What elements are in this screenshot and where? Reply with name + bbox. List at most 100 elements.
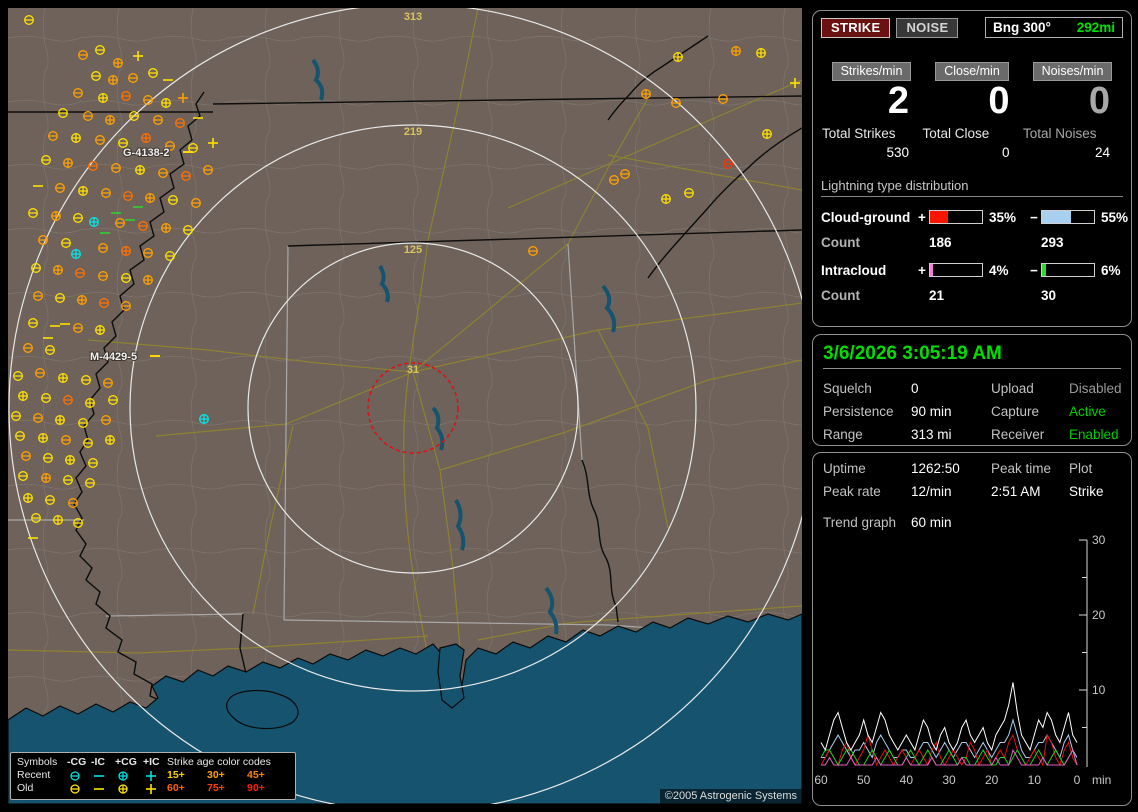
noises-counter: Noises/min 0 Total Noises 24 [1023,62,1122,160]
age-code: 30+ [207,769,225,781]
receiver-value: Enabled [1069,427,1119,442]
strike-symbol [65,455,75,465]
plot-label: Plot [1069,461,1093,476]
strike-symbol [53,265,63,275]
strike-symbol [51,211,61,221]
strike-symbol [161,98,171,108]
legend-pos-ic-header: +IC [143,756,160,768]
squelch-label: Squelch [823,381,872,396]
circle-minus-icon [67,783,91,795]
age-code: 45+ [247,769,265,781]
strike-symbol [55,415,65,425]
squelch-value: 0 [911,381,919,396]
strike-symbol [89,217,99,227]
legend-neg-ic-header: -IC [91,756,105,768]
strikes-per-min-value: 2 [887,80,909,122]
trend-graph-label: Trend graph [823,515,897,530]
strike-symbol [23,493,33,503]
receiver-label: Receiver [991,427,1045,442]
circle-minus-icon [67,770,91,782]
upload-value: Disabled [1069,381,1122,396]
age-code: 90+ [247,782,265,794]
plus-sign: + [918,262,926,278]
intracloud-label: Intracloud [821,262,887,278]
svg-text:125: 125 [404,244,422,256]
strike-symbol [105,115,115,125]
age-code: 75+ [207,782,225,794]
uptime-value: 1262:50 [911,461,960,476]
plus-sign: + [918,209,926,225]
strike-symbol [141,133,151,143]
strike-symbol [121,246,131,256]
cg-neg-count: 293 [1041,234,1064,250]
ic-pos-pct: 4% [989,262,1009,278]
strikes-counter: Strikes/min 2 Total Strikes 530 [822,62,921,160]
close-counter: Close/min 0 Total Close 0 [923,62,1022,160]
svg-text:min: min [1092,773,1111,787]
svg-text:10: 10 [1028,773,1042,787]
capture-label: Capture [991,404,1040,419]
upload-label: Upload [991,381,1034,396]
strike-symbol [71,133,81,143]
uptime-grid: Uptime 1262:50 Peak time Plot Peak rate … [823,461,1121,499]
minus-sign: − [1030,209,1038,225]
strike-symbol [38,433,48,443]
cg-pos-count: 186 [929,234,952,250]
noises-per-min-value: 0 [1088,80,1110,122]
peak-rate-value: 12/min [911,484,952,499]
minus-icon [91,770,115,782]
svg-text:313: 313 [404,11,422,23]
strike-symbol [661,194,671,204]
strike-mode-button[interactable]: STRIKE [821,17,891,38]
strike-symbol [58,373,68,383]
peak-rate-label: Peak rate [823,484,881,499]
nexstorm-window: 313 219 125 31 G-4138-2 M-4429-5 Symbols -CG… [0,0,1138,812]
legend-pos-cg-header: +CG [115,756,137,768]
total-strikes-value: 530 [886,144,909,160]
persistence-label: Persistence [823,404,894,419]
svg-text:60: 60 [815,773,828,787]
svg-text:G-4138-2: G-4138-2 [123,147,169,159]
strike-symbol [641,89,651,99]
total-close-label: Total Close [922,125,990,141]
noise-mode-button[interactable]: NOISE [896,17,959,38]
rate-counters: Strikes/min 2 Total Strikes 530 Close/mi… [821,62,1123,160]
intracloud-row: Intracloud + 4% − 6% [821,263,1123,278]
strike-symbol [762,129,772,139]
strike-symbol [756,48,766,58]
total-noises-value: 24 [1094,144,1110,160]
age-codes-title: Strike age color codes [167,756,271,768]
ic-pos-count: 21 [929,287,945,303]
strike-symbol [77,295,87,305]
strike-symbol [78,186,88,196]
status-grid: Squelch 0 Upload Disabled Persistence 90… [823,381,1122,442]
cloud-ground-row: Cloud-ground + 35% − 55% [821,209,1128,225]
bearing-value: 292mi [1076,20,1115,35]
bearing-label: Bng 300° [993,20,1051,35]
intracloud-count-row: Count 21 30 [821,288,1123,303]
ic-neg-pct: 6% [1101,262,1121,278]
ic-pos-bar [929,263,983,278]
cloud-ground-label: Cloud-ground [821,209,911,225]
total-strikes-label: Total Strikes [822,125,896,141]
map-area[interactable]: 313 219 125 31 G-4138-2 M-4429-5 Symbols -CG… [8,8,802,804]
svg-text:30: 30 [1092,535,1106,547]
trend-setting-row: Trend graph 60 min [823,515,1121,530]
svg-text:M-4429-5: M-4429-5 [90,351,137,363]
lightning-map[interactable]: 313 219 125 31 G-4138-2 M-4429-5 [8,8,802,804]
minus-icon [91,783,115,795]
strike-symbol [63,158,73,168]
plot-value: Strike [1069,484,1104,499]
cg-pos-pct: 35% [989,209,1017,225]
age-code: 15+ [167,769,185,781]
uptime-label: Uptime [823,461,866,476]
strike-symbol [85,398,95,408]
strike-symbol [41,473,51,483]
strike-symbol [95,325,105,335]
strike-symbol [731,46,741,56]
peak-time-value: 2:51 AM [991,484,1041,499]
cg-pos-bar [929,210,983,225]
legend-symbols-header: Symbols [17,756,58,768]
strike-symbol [18,391,28,401]
strike-symbol [71,249,81,259]
